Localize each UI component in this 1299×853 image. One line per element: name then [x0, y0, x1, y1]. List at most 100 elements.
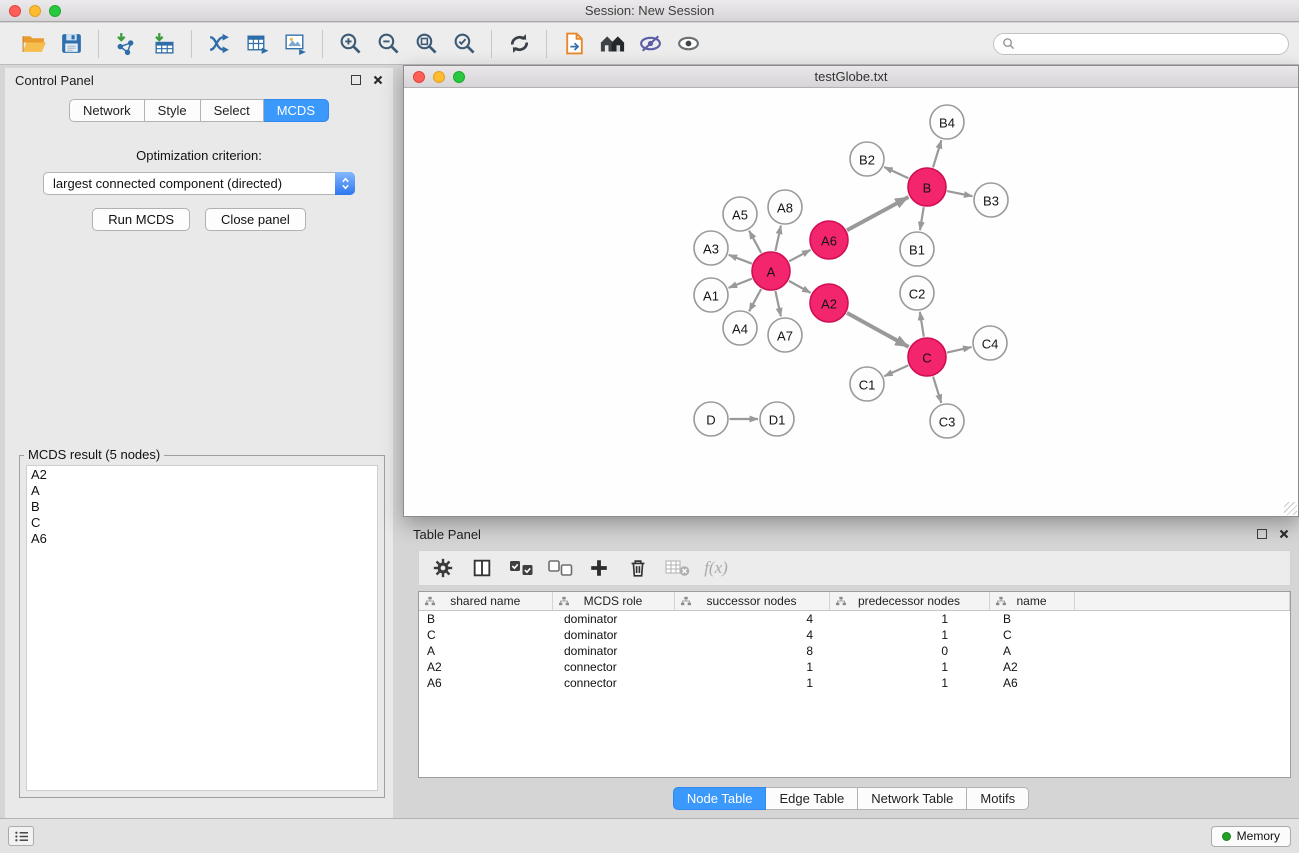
hide-details-button[interactable]	[631, 27, 669, 61]
column-header-shared-name[interactable]: shared name	[419, 592, 552, 610]
table-row[interactable]: Adominator80A	[419, 643, 1290, 659]
graph-node-A1[interactable]: A1	[694, 278, 728, 312]
graph-node-A6[interactable]: A6	[810, 221, 848, 259]
zoom-network-window-button[interactable]	[453, 71, 465, 83]
float-table-panel-icon[interactable]	[1257, 529, 1267, 539]
graph-node-B2[interactable]: B2	[850, 142, 884, 176]
column-header-predecessor-nodes[interactable]: predecessor nodes	[829, 592, 989, 610]
graph-edge-A-A8[interactable]	[775, 226, 781, 251]
import-table-button[interactable]	[145, 27, 183, 61]
graph-edge-A-A3[interactable]	[729, 255, 752, 264]
graph-edge-A6-B[interactable]	[847, 197, 909, 230]
run-mcds-button[interactable]: Run MCDS	[92, 208, 190, 231]
tab-motifs[interactable]: Motifs	[967, 787, 1029, 810]
graph-node-B3[interactable]: B3	[974, 183, 1008, 217]
close-table-panel-icon[interactable]	[1279, 527, 1289, 542]
show-details-button[interactable]	[669, 27, 707, 61]
graph-node-A4[interactable]: A4	[723, 311, 757, 345]
export-image-button[interactable]	[276, 27, 314, 61]
graph-edge-A-A6[interactable]	[789, 250, 810, 261]
close-network-window-button[interactable]	[413, 71, 425, 83]
network-window-titlebar[interactable]: testGlobe.txt	[404, 66, 1298, 88]
table-settings-button[interactable]	[427, 553, 459, 583]
add-column-button[interactable]	[583, 553, 615, 583]
import-network-button[interactable]	[107, 27, 145, 61]
table-row[interactable]: Bdominator41B	[419, 610, 1290, 627]
zoom-window-button[interactable]	[49, 5, 61, 17]
mcds-result-list[interactable]: A2ABCA6	[26, 465, 378, 791]
graph-edge-B-B3[interactable]	[947, 191, 972, 196]
graph-node-C2[interactable]: C2	[900, 276, 934, 310]
graph-edge-A-A5[interactable]	[749, 231, 761, 253]
graph-edge-C-C3[interactable]	[933, 377, 941, 403]
function-builder-button[interactable]: f(x)	[700, 553, 732, 583]
search-input[interactable]	[1020, 37, 1280, 51]
memory-button[interactable]: Memory	[1211, 826, 1291, 847]
graph-edge-C-C4[interactable]	[947, 347, 972, 353]
delete-column-button[interactable]	[622, 553, 654, 583]
float-panel-icon[interactable]	[351, 75, 361, 85]
delete-table-button[interactable]	[661, 553, 693, 583]
graph-node-A2[interactable]: A2	[810, 284, 848, 322]
graph-edge-B-B2[interactable]	[884, 167, 908, 178]
graph-node-C1[interactable]: C1	[850, 367, 884, 401]
table-row[interactable]: A2connector11A2	[419, 659, 1290, 675]
close-panel-icon[interactable]	[373, 73, 383, 88]
open-document-button[interactable]	[555, 27, 593, 61]
close-panel-button[interactable]: Close panel	[205, 208, 306, 231]
tab-network-table[interactable]: Network Table	[858, 787, 967, 810]
select-all-button[interactable]	[505, 553, 537, 583]
panel-toggle-button[interactable]	[8, 826, 34, 846]
tab-edge-table[interactable]: Edge Table	[766, 787, 858, 810]
graph-edge-A-A1[interactable]	[729, 279, 752, 288]
graph-node-A7[interactable]: A7	[768, 318, 802, 352]
tab-style[interactable]: Style	[145, 99, 201, 122]
resize-grip-icon[interactable]	[1284, 502, 1297, 515]
optimization-select[interactable]: largest connected component (directed)	[43, 172, 355, 195]
graph-node-B4[interactable]: B4	[930, 105, 964, 139]
network-canvas[interactable]: B4B2BB3A5A8A6A3B1AA1C2A2A4A7C4CC1C3DD1	[404, 88, 1298, 516]
graph-edge-C-C1[interactable]	[884, 365, 908, 376]
tab-select[interactable]: Select	[201, 99, 264, 122]
graph-edge-A-A4[interactable]	[749, 289, 761, 311]
graph-edge-B-B4[interactable]	[933, 140, 941, 167]
network-graph[interactable]: B4B2BB3A5A8A6A3B1AA1C2A2A4A7C4CC1C3DD1	[404, 88, 1298, 516]
tab-node-table[interactable]: Node Table	[673, 787, 767, 810]
graph-edge-B-B1[interactable]	[920, 207, 924, 230]
graph-node-A5[interactable]: A5	[723, 197, 757, 231]
deselect-all-button[interactable]	[544, 553, 576, 583]
zoom-in-button[interactable]	[331, 27, 369, 61]
export-table-button[interactable]	[238, 27, 276, 61]
graph-edge-A2-C[interactable]	[847, 313, 909, 347]
minimize-window-button[interactable]	[29, 5, 41, 17]
home-view-button[interactable]	[593, 27, 631, 61]
graph-node-B[interactable]: B	[908, 168, 946, 206]
graph-node-A[interactable]: A	[752, 252, 790, 290]
graph-node-B1[interactable]: B1	[900, 232, 934, 266]
column-header-successor-nodes[interactable]: successor nodes	[674, 592, 829, 610]
graph-node-C[interactable]: C	[908, 338, 946, 376]
zoom-fit-button[interactable]	[407, 27, 445, 61]
graph-node-C4[interactable]: C4	[973, 326, 1007, 360]
tab-network[interactable]: Network	[69, 99, 145, 122]
zoom-selected-button[interactable]	[445, 27, 483, 61]
minimize-network-window-button[interactable]	[433, 71, 445, 83]
table-row[interactable]: Cdominator41C	[419, 627, 1290, 643]
open-session-button[interactable]	[14, 27, 52, 61]
graph-node-A8[interactable]: A8	[768, 190, 802, 224]
graph-node-A3[interactable]: A3	[694, 231, 728, 265]
graph-edge-A-A2[interactable]	[789, 281, 811, 293]
graph-edge-A-A7[interactable]	[775, 291, 781, 316]
zoom-out-button[interactable]	[369, 27, 407, 61]
column-header-name[interactable]: name	[989, 592, 1074, 610]
close-window-button[interactable]	[9, 5, 21, 17]
graph-node-D1[interactable]: D1	[760, 402, 794, 436]
tab-mcds[interactable]: MCDS	[264, 99, 329, 122]
table-row[interactable]: A6connector11A6	[419, 675, 1290, 691]
graph-node-D[interactable]: D	[694, 402, 728, 436]
graph-edge-C-C2[interactable]	[920, 312, 924, 337]
new-network-button[interactable]	[200, 27, 238, 61]
show-columns-button[interactable]	[466, 553, 498, 583]
save-session-button[interactable]	[52, 27, 90, 61]
apply-layout-button[interactable]	[500, 27, 538, 61]
